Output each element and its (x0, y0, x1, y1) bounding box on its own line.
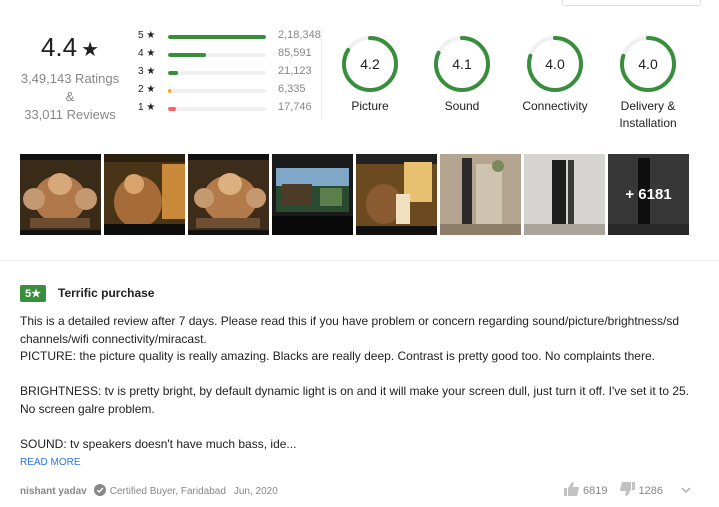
rating-row-count: 21,123 (278, 65, 312, 77)
photo-thumbnail[interactable] (440, 154, 521, 235)
rating-row-2: 2 ★ 6,335 (138, 82, 323, 100)
section-divider (0, 260, 719, 261)
aspect-label: Delivery & Installation (619, 99, 677, 130)
rating-bar-track (168, 89, 266, 93)
aspect-gauge: 4.0 (527, 36, 583, 92)
top-partial-button[interactable] (562, 0, 701, 6)
rating-row-label: 4 ★ (138, 48, 156, 59)
rating-row-label: 3 ★ (138, 66, 156, 77)
ratings-count: 3,49,143 Ratings (20, 71, 120, 86)
rating-bar-track (168, 35, 266, 39)
rating-bar-fill (168, 35, 266, 39)
rating-row-5: 5 ★ 2,18,348 (138, 28, 323, 46)
photo-thumbnail[interactable] (188, 154, 269, 235)
rating-bar-fill (168, 53, 207, 57)
chevron-down-icon (681, 485, 691, 497)
rating-bar-fill (168, 107, 176, 111)
rating-row-count: 17,746 (278, 101, 312, 113)
thumbs-down-icon (619, 482, 635, 499)
review-author-row: nishant yadav Certified Buyer, Faridabad… (20, 484, 278, 499)
aspect-picture: 4.2 Picture (330, 35, 410, 115)
thumbs-up-icon (564, 482, 580, 499)
author-name: nishant yadav (20, 486, 87, 497)
read-more-link[interactable]: READ MORE (20, 457, 81, 468)
rating-bar-track (168, 107, 266, 111)
aspect-value: 4.0 (545, 56, 565, 72)
aspect-value: 4.0 (638, 56, 658, 72)
review-votes: 6819 1286 (552, 482, 691, 499)
more-photos-count: + 6181 (608, 154, 689, 235)
rating-row-3: 3 ★ 21,123 (138, 64, 323, 82)
rating-bar-fill (168, 89, 171, 93)
rating-bar-track (168, 53, 266, 57)
rating-row-count: 85,591 (278, 47, 312, 59)
rating-row-count: 2,18,348 (278, 29, 321, 41)
aspect-label: Picture (351, 99, 389, 113)
dislike-button[interactable]: 1286 (619, 482, 663, 499)
average-rating-value: 4.4 (40, 32, 78, 62)
photo-thumbnail[interactable] (20, 154, 101, 235)
photo-thumbnail-more[interactable]: + 6181 (608, 154, 689, 235)
review-body: This is a detailed review after 7 days. … (20, 314, 690, 451)
aspect-value: 4.1 (452, 56, 472, 72)
dislike-count: 1286 (638, 484, 663, 497)
divider (321, 28, 322, 120)
rating-row-count: 6,335 (278, 83, 306, 95)
photo-thumbnail[interactable] (272, 154, 353, 235)
review-date: Jun, 2020 (233, 486, 278, 497)
like-count: 6819 (583, 484, 608, 497)
rating-row-label: 2 ★ (138, 84, 156, 95)
like-button[interactable]: 6819 (564, 482, 608, 499)
aspect-value: 4.2 (360, 56, 380, 72)
average-rating: 4.4 ★ (20, 32, 120, 63)
verified-check-icon (93, 484, 106, 499)
star-icon: ★ (81, 39, 100, 61)
rating-row-1: 1 ★ 17,746 (138, 100, 323, 118)
rating-row-4: 4 ★ 85,591 (138, 46, 323, 64)
aspect-connectivity: 4.0 Connectivity (515, 35, 595, 115)
review-rating-badge: 5★ (20, 285, 46, 302)
rating-row-label: 5 ★ (138, 30, 156, 41)
more-options-button[interactable] (681, 485, 691, 497)
photo-thumbnail[interactable] (104, 154, 185, 235)
rating-bar-fill (168, 71, 178, 75)
aspect-delivery: 4.0 Delivery & Installation (608, 35, 688, 132)
rating-row-label: 1 ★ (138, 102, 156, 113)
aspect-gauge: 4.0 (620, 36, 676, 92)
photo-thumbnail[interactable] (356, 154, 437, 235)
certified-buyer: Certified Buyer, Faridabad (109, 486, 226, 497)
aspect-label: Sound (444, 99, 480, 113)
aspect-sound: 4.1 Sound (422, 35, 502, 115)
photo-thumbnail[interactable] (524, 154, 605, 235)
aspect-label: Connectivity (522, 99, 588, 113)
review-title: Terrific purchase (58, 286, 155, 300)
rating-counts: 3,49,143 Ratings & 33,011 Reviews (14, 70, 126, 124)
reviews-count: 33,011 Reviews (24, 107, 116, 122)
rating-bar-track (168, 71, 266, 75)
aspect-gauge: 4.1 (434, 36, 490, 92)
ampersand: & (65, 89, 75, 104)
aspect-gauge: 4.2 (342, 36, 398, 92)
